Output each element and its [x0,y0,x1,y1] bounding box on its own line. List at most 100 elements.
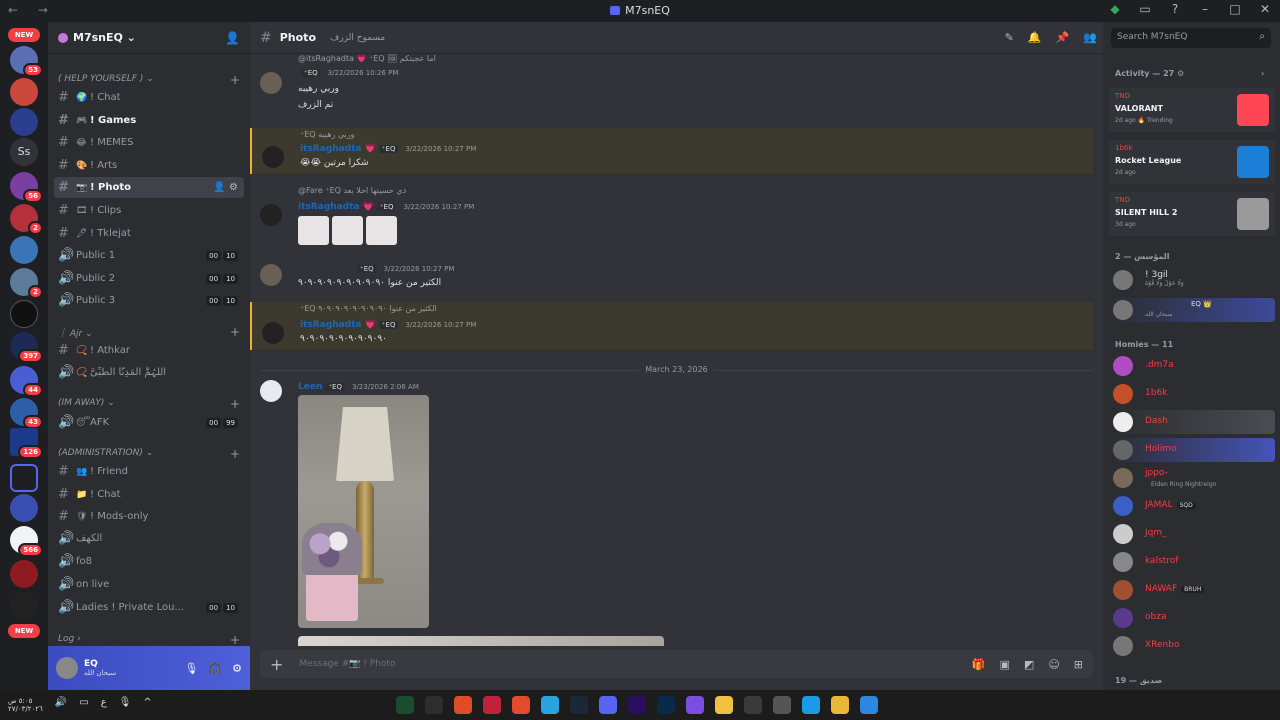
close-icon[interactable]: ✕ [1256,2,1274,16]
channel-athkar[interactable]: # 📿! Athkar [54,340,244,361]
member-item[interactable]: Jqm_ [1111,522,1275,546]
language-indicator[interactable]: ع [101,697,107,713]
message-highlighted[interactable]: ⁺EQ وربي رهيبه itsRaghadta 💗 ⁺EQ 3/22/2026… [250,128,1093,174]
add-channel-icon[interactable]: + [230,633,240,647]
chrome-icon[interactable] [831,696,849,714]
file-explorer-icon[interactable] [715,696,733,714]
message[interactable]: ⁺EQ 3/22/2026 10:27 PM الكثير من عنوا ٩٠٩… [250,260,1093,296]
minimize-icon[interactable]: – [1196,2,1214,16]
gift-icon[interactable]: 🎁 [972,658,986,671]
server-icon[interactable] [10,236,38,264]
reply-preview[interactable]: @itsRaghadta 💗 ⁺EQ 🖼 اما عجبتكم [298,54,436,63]
voice-afk[interactable]: 🔊 😴 AFK 00 99 [54,412,244,433]
server-icon[interactable] [10,300,38,328]
app-icon[interactable] [512,696,530,714]
member-item[interactable]: 1b6k [1111,382,1275,406]
voice-alkahf[interactable]: 🔊 الكهف [54,528,244,549]
member-item[interactable]: ! 3gil وَلَا حَوْلَ وَلَا قُوَّةَ [1111,268,1275,292]
member-item[interactable]: .dm7a [1111,354,1275,378]
brave-icon[interactable] [454,696,472,714]
channel-clips[interactable]: # 🎞! Clips [54,200,244,221]
chatgpt-icon[interactable] [773,696,791,714]
category-help[interactable]: ( HELP YOURSELF ) ⌄ + [58,73,240,87]
voice-fo8[interactable]: 🔊 fo8 [54,551,244,572]
edge-icon[interactable] [802,696,820,714]
help-icon[interactable]: ? [1166,2,1184,16]
member-item[interactable]: Dash [1111,410,1275,434]
message[interactable]: @Fare ⁺EQ ذي حسيتها احلا بعد itsRaghadta… [250,184,1093,250]
voice-public-3[interactable]: 🔊 Public 3 00 10 [54,290,244,311]
activity-card[interactable]: 1b6k Rocket League 2d ago [1109,140,1275,184]
windows-start-icon[interactable] [860,696,878,714]
voice-public-1[interactable]: 🔊 Public 1 00 10 [54,245,244,266]
server-icon[interactable]: 44 [10,366,43,397]
image-attachment[interactable] [298,395,429,628]
voice-ladies-lounge[interactable]: 🔊 Ladies ! Private Lou... 00 10 [54,597,244,618]
image-attachment[interactable] [366,216,397,245]
invite-icon[interactable]: 👤 [225,31,240,45]
add-channel-icon[interactable]: + [230,73,240,87]
search-input[interactable]: Search M7snEQ ⌕ [1111,28,1271,48]
add-channel-icon[interactable]: + [230,397,240,411]
server-icon[interactable]: 566 [10,526,43,557]
image-attachment[interactable] [298,636,664,646]
member-item[interactable]: kalstrof [1111,550,1275,574]
server-icon[interactable]: 397 [10,332,43,363]
category-log[interactable]: Log › + [58,633,240,647]
folder-icon[interactable] [10,464,38,492]
server-icon[interactable] [10,560,38,588]
server-icon[interactable] [10,592,38,620]
pin-icon[interactable]: 📌 [1056,31,1070,44]
message-input[interactable] [299,659,700,669]
store-icon[interactable] [744,696,762,714]
add-channel-icon[interactable]: + [230,447,240,461]
telegram-icon[interactable] [541,696,559,714]
threads-icon[interactable]: ✎ [1005,31,1014,44]
server-icon[interactable] [10,78,38,106]
message-highlighted[interactable]: ⁺EQ الكثير من عنوا ٩٠٩٠٩٠٩٠٩٠٩٠٩٠٩٠ itsR… [250,302,1093,350]
reply-preview[interactable]: @Fare ⁺EQ ذي حسيتها احلا بعد [298,186,406,195]
add-attachment-icon[interactable]: + [270,655,283,674]
category-admin[interactable]: (ADMINISTRATION) ⌄ + [58,447,240,461]
maximize-icon[interactable]: □ [1226,2,1244,16]
channel-friend[interactable]: # 👥! Friend [54,461,244,482]
photoshop-icon[interactable] [657,696,675,714]
channel-mods-only[interactable]: # 🛡! Mods-only [54,506,244,527]
server-icon[interactable] [10,108,38,136]
username[interactable]: itsRaghadta 💗 [300,144,376,154]
bell-icon[interactable]: 🔔 [1028,31,1042,44]
username[interactable]: itsRaghadta 💗 [300,320,376,330]
voice-public-2[interactable]: 🔊 Public 2 00 10 [54,268,244,289]
server-icon[interactable]: 56 [10,172,43,203]
activity-heading[interactable]: Activity — 27 ⚙ › [1115,69,1264,78]
clock[interactable]: ٥:٠٥ ص ٢٧/٠٣/٢٠٢٦ [8,697,43,713]
inbox-window-icon[interactable]: ▭ [1136,2,1154,16]
discord-icon[interactable] [599,696,617,714]
category-away[interactable]: (IM AWAY) ⌄ + [58,397,240,411]
member-item[interactable]: obza [1111,606,1275,630]
headphones-icon[interactable]: 🎧 [208,662,222,675]
server-icon[interactable] [10,494,38,522]
avatar[interactable] [260,380,282,402]
channel-memes[interactable]: # 😂! MEMES [54,132,244,153]
sticker-icon[interactable]: ◩ [1024,658,1034,671]
avatar[interactable] [56,657,78,679]
channel-settings-icon[interactable]: 👤 ⚙ [213,182,238,193]
gear-icon[interactable]: ⚙ [232,662,242,675]
category-ajr[interactable]: ｜ Ajr ⌄ + [58,325,240,339]
emoji-icon[interactable]: ☺ [1048,658,1059,671]
member-item[interactable]: jppo- Elden Ring Nightreign [1111,466,1275,490]
apps-icon[interactable]: ⊞ [1074,658,1083,671]
reply-preview[interactable]: ⁺EQ وربي رهيبه [300,130,355,139]
avatar[interactable] [262,146,284,168]
tray-chevron-icon[interactable]: ^ [143,697,151,713]
channel-topic[interactable]: مسموح الزرف [330,33,385,43]
server-icon[interactable]: 43 [10,398,43,429]
message[interactable]: @itsRaghadta 💗 ⁺EQ 🖼 اما عجبتكم ⁺EQ 3/22/… [250,54,1093,120]
gif-icon[interactable]: ▣ [1000,658,1010,671]
member-list-icon[interactable]: 👥 [1083,31,1097,44]
channel-arts[interactable]: # 🎨! Arts [54,155,244,176]
server-icon[interactable]: 2 [10,268,43,299]
activity-card[interactable]: TNO SILENT HILL 2 3d ago [1109,192,1275,236]
activity-card[interactable]: TNO VALORANT 2d ago 🔥 Trending [1109,88,1275,132]
